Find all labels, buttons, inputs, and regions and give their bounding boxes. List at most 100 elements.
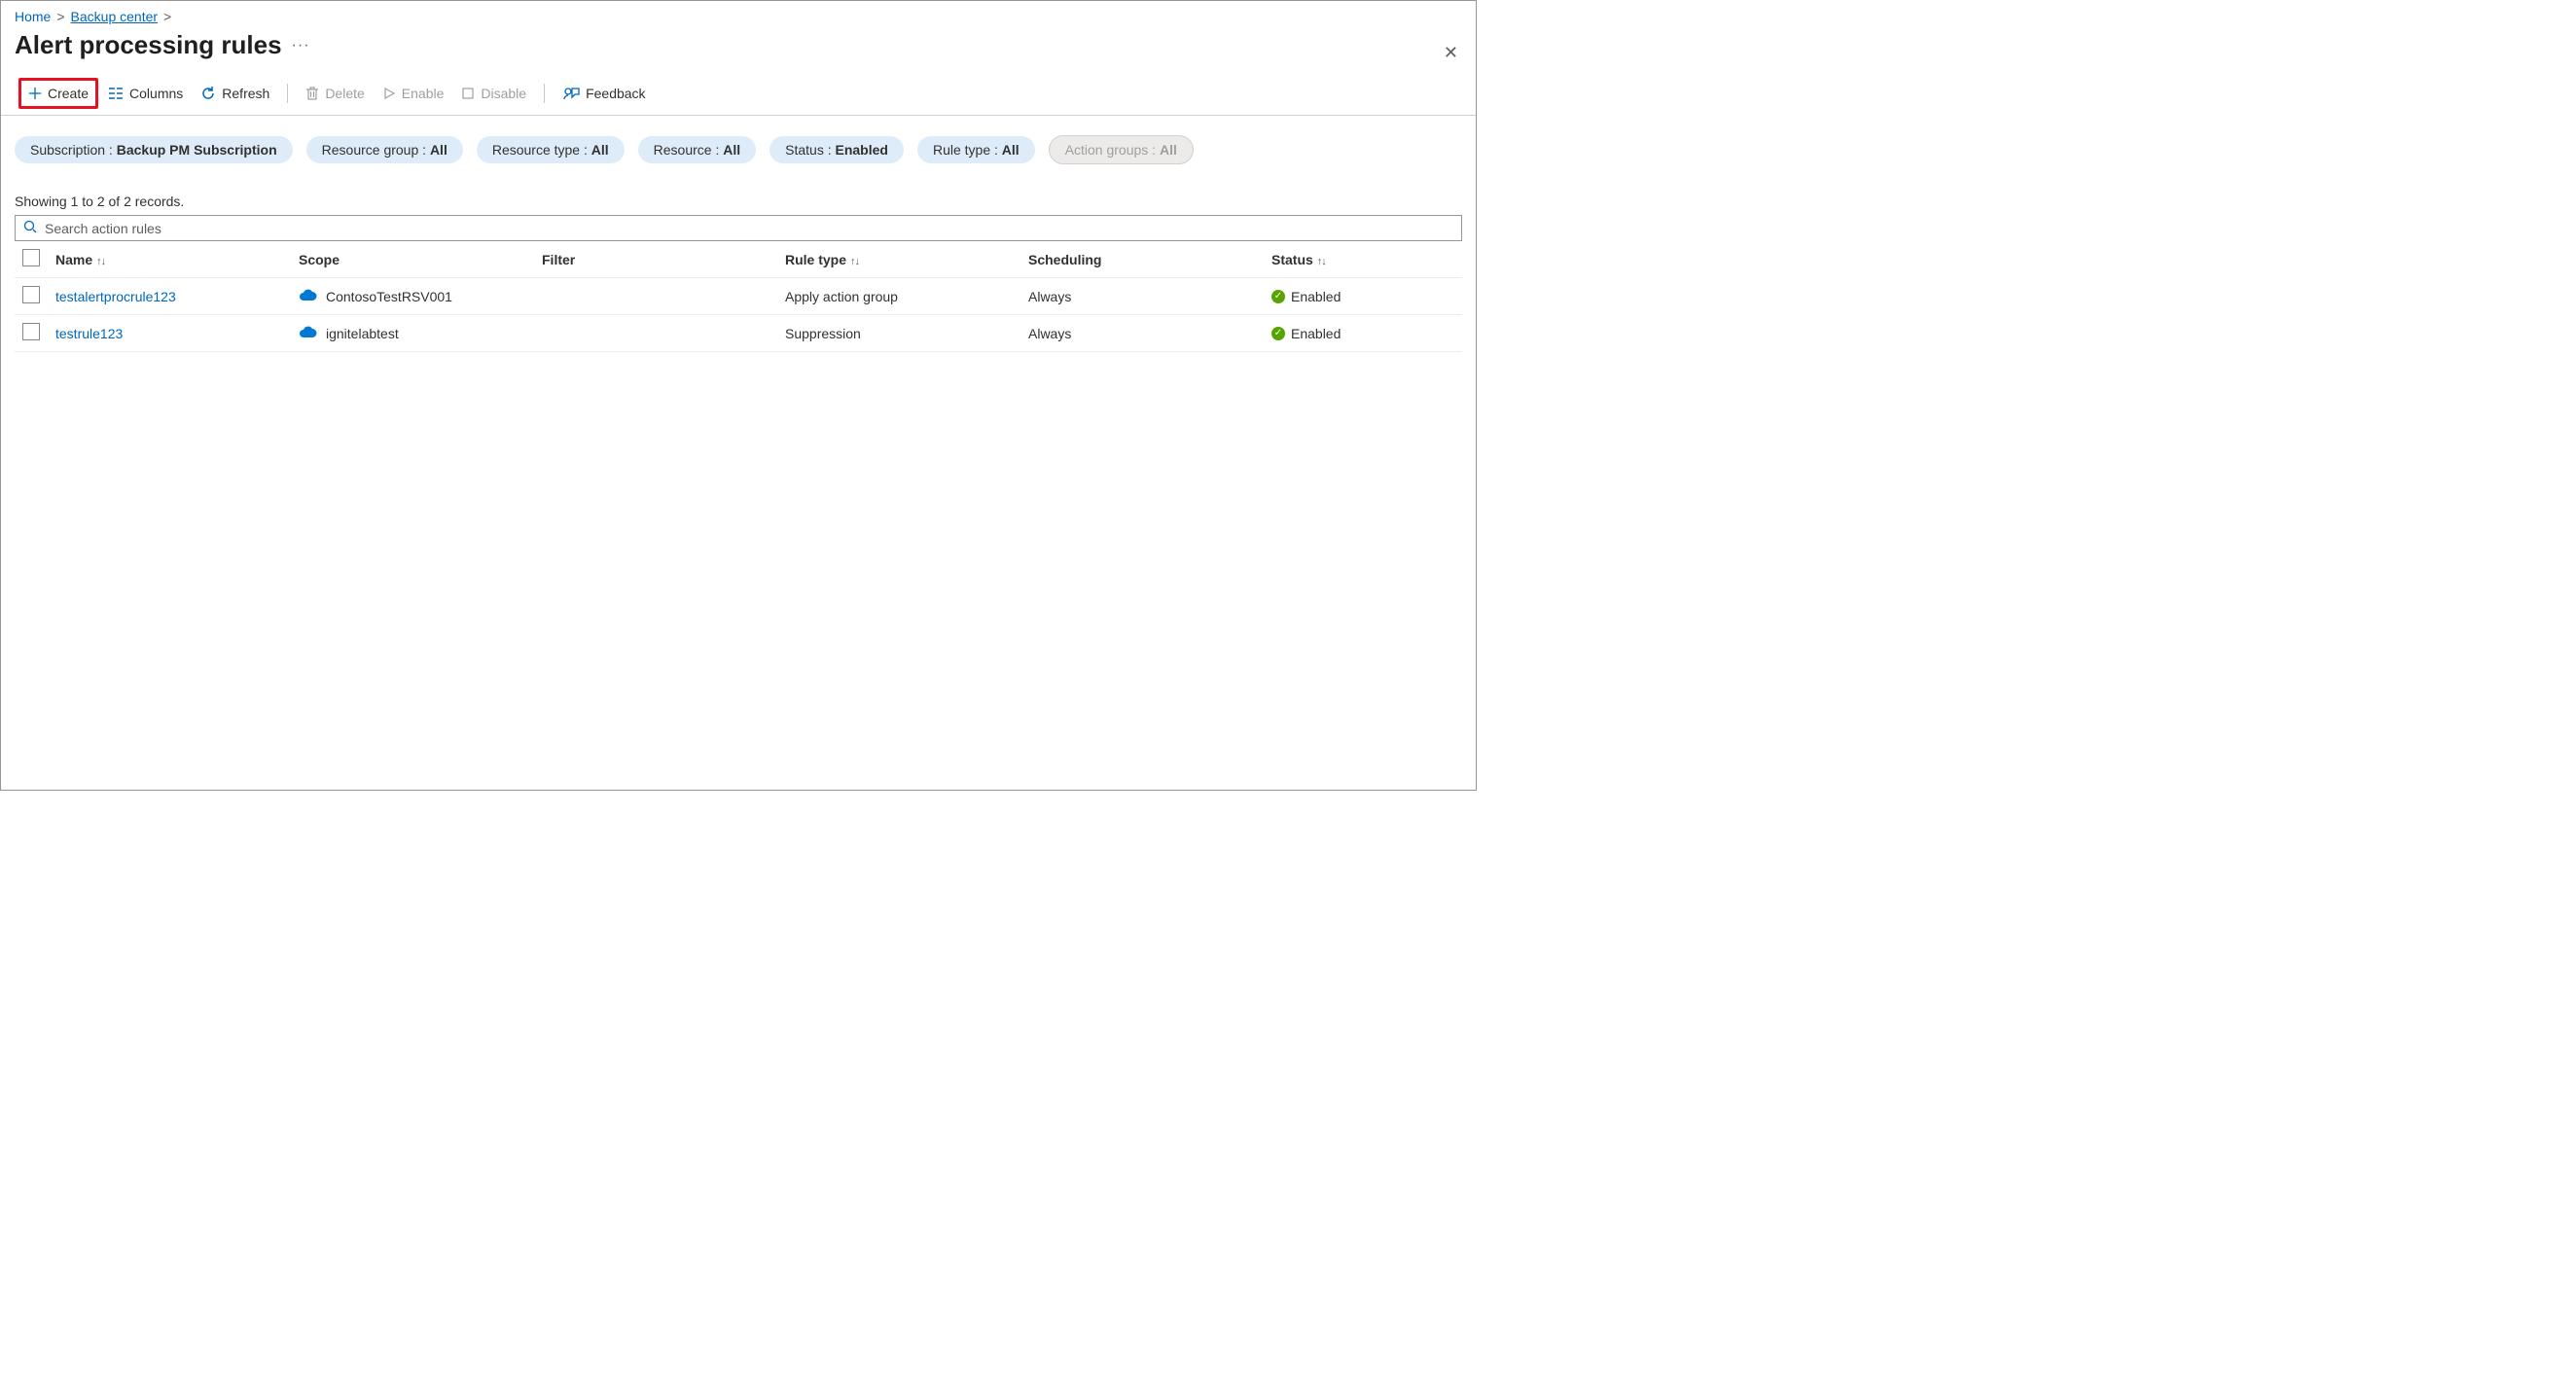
sort-icon: ↑↓ [850, 256, 859, 267]
status-text: Enabled [1291, 289, 1341, 304]
sort-icon: ↑↓ [96, 256, 105, 267]
delete-label: Delete [325, 86, 364, 101]
col-header-rule-type[interactable]: Rule type ↑↓ [777, 241, 1020, 278]
status-cell: Enabled [1271, 326, 1454, 341]
rule-name-link[interactable]: testrule123 [55, 326, 123, 341]
plus-icon [28, 87, 42, 100]
cloud-resource-icon [299, 287, 318, 305]
breadcrumb-backup-center[interactable]: Backup center [71, 9, 159, 24]
filter-label: Subscription : [30, 142, 117, 158]
row-checkbox[interactable] [22, 323, 40, 340]
col-header-scope[interactable]: Scope [291, 241, 534, 278]
columns-button[interactable]: Columns [100, 82, 191, 105]
columns-icon [108, 87, 124, 100]
disable-label: Disable [481, 86, 526, 101]
create-button[interactable]: Create [18, 78, 98, 109]
delete-button[interactable]: Delete [298, 82, 372, 105]
scope-text: ContosoTestRSV001 [326, 289, 452, 304]
status-enabled-icon [1271, 290, 1285, 303]
feedback-label: Feedback [586, 86, 645, 101]
rules-table: Name ↑↓ Scope Filter Rule type ↑↓ Scheduli… [15, 241, 1462, 352]
filter-label: Resource : [654, 142, 724, 158]
toolbar-divider [287, 84, 288, 103]
close-button[interactable]: ✕ [1444, 44, 1458, 61]
trash-icon [305, 86, 319, 101]
rule-type-text: Apply action group [785, 289, 898, 304]
status-cell: Enabled [1271, 289, 1454, 304]
scope-cell: ContosoTestRSV001 [299, 287, 526, 305]
filter-value: All [430, 142, 447, 158]
stop-icon [461, 87, 475, 100]
col-header-filter[interactable]: Filter [534, 241, 777, 278]
filter-value: All [591, 142, 609, 158]
table-row[interactable]: testrule123 ignitelabtest Suppression Al… [15, 315, 1462, 352]
close-icon: ✕ [1444, 43, 1458, 62]
scheduling-text: Always [1028, 289, 1071, 304]
filter-action-groups: Action groups : All [1049, 135, 1194, 164]
refresh-button[interactable]: Refresh [193, 82, 277, 105]
rule-name-link[interactable]: testalertprocrule123 [55, 289, 176, 304]
chevron-right-icon: > [56, 9, 64, 24]
col-header-status[interactable]: Status ↑↓ [1264, 241, 1462, 278]
page-title: Alert processing rules [15, 30, 282, 60]
refresh-icon [200, 86, 216, 101]
col-header-name[interactable]: Name ↑↓ [48, 241, 291, 278]
search-icon [23, 220, 37, 236]
feedback-button[interactable]: Feedback [555, 82, 653, 105]
filter-value: Backup PM Subscription [117, 142, 277, 158]
filter-value: All [1002, 142, 1020, 158]
more-actions-button[interactable]: ··· [292, 37, 310, 54]
create-label: Create [48, 86, 89, 101]
scheduling-text: Always [1028, 326, 1071, 341]
col-label: Status [1271, 252, 1313, 267]
filter-value: Enabled [836, 142, 888, 158]
chevron-right-icon: > [163, 9, 171, 24]
select-all-checkbox[interactable] [22, 249, 40, 266]
filter-label: Status : [785, 142, 835, 158]
toolbar: Create Columns Refresh Delete Enable Dis… [1, 72, 1476, 116]
play-icon [382, 87, 396, 100]
breadcrumb: Home > Backup center > [1, 1, 1476, 28]
sort-icon: ↑↓ [1317, 256, 1326, 267]
col-label: Rule type [785, 252, 846, 267]
filter-label: Resource type : [492, 142, 591, 158]
scope-text: ignitelabtest [326, 326, 399, 341]
records-count: Showing 1 to 2 of 2 records. [1, 174, 1476, 215]
columns-label: Columns [129, 86, 183, 101]
filter-rule-type[interactable]: Rule type : All [917, 136, 1035, 163]
scope-cell: ignitelabtest [299, 324, 526, 342]
refresh-label: Refresh [222, 86, 269, 101]
disable-button[interactable]: Disable [453, 82, 534, 105]
filter-subscription[interactable]: Subscription : Backup PM Subscription [15, 136, 293, 163]
cloud-resource-icon [299, 324, 318, 342]
row-checkbox[interactable] [22, 286, 40, 303]
status-text: Enabled [1291, 326, 1341, 341]
filter-label: Action groups : [1065, 142, 1160, 158]
enable-button[interactable]: Enable [375, 82, 452, 105]
title-row: Alert processing rules ··· [1, 28, 1476, 72]
filter-resource-type[interactable]: Resource type : All [477, 136, 625, 163]
filter-resource[interactable]: Resource : All [638, 136, 756, 163]
rule-type-text: Suppression [785, 326, 861, 341]
filter-label: Rule type : [933, 142, 1002, 158]
table-row[interactable]: testalertprocrule123 ContosoTestRSV001 A… [15, 278, 1462, 315]
filter-bar: Subscription : Backup PM Subscription Re… [1, 116, 1476, 174]
breadcrumb-home[interactable]: Home [15, 9, 51, 24]
filter-value: All [723, 142, 740, 158]
filter-status[interactable]: Status : Enabled [769, 136, 904, 163]
col-label: Filter [542, 252, 575, 267]
feedback-icon [562, 86, 580, 101]
col-header-scheduling[interactable]: Scheduling [1020, 241, 1264, 278]
enable-label: Enable [402, 86, 445, 101]
toolbar-divider [544, 84, 545, 103]
filter-value: All [1160, 142, 1177, 158]
filter-resource-group[interactable]: Resource group : All [306, 136, 463, 163]
col-label: Name [55, 252, 92, 267]
col-label: Scheduling [1028, 252, 1101, 267]
search-input[interactable] [45, 221, 1453, 236]
search-bar[interactable] [15, 215, 1462, 241]
filter-label: Resource group : [322, 142, 430, 158]
col-label: Scope [299, 252, 340, 267]
table-header-row: Name ↑↓ Scope Filter Rule type ↑↓ Scheduli… [15, 241, 1462, 278]
status-enabled-icon [1271, 327, 1285, 340]
